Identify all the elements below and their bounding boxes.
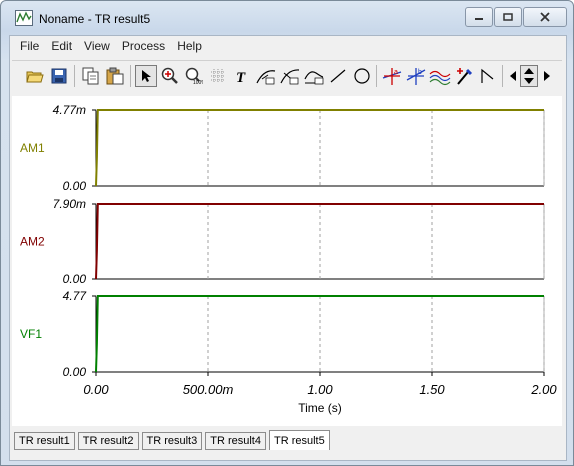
marker-button[interactable]	[477, 65, 499, 87]
zoom-in-icon	[161, 67, 178, 84]
toolbar-separator	[502, 65, 503, 87]
paste-button[interactable]	[104, 65, 126, 87]
line-button[interactable]	[327, 65, 349, 87]
toolbar: 100% T a	[12, 60, 562, 93]
series-label-vf1: VF1	[20, 327, 42, 341]
copy-icon	[82, 67, 99, 85]
svg-text:100%: 100%	[193, 80, 203, 85]
curve-a-button[interactable]	[255, 65, 277, 87]
cursor-b-button[interactable]: b	[405, 65, 427, 87]
series-label-am2: AM2	[20, 235, 45, 249]
app-window: Noname - TR result5 File Edit View Proce…	[0, 0, 574, 466]
toolbar-separator	[74, 65, 75, 87]
restore-icon	[503, 13, 513, 21]
save-icon	[51, 68, 67, 84]
x-tick-label: 1.50	[419, 382, 445, 397]
pointer-icon	[142, 70, 151, 82]
x-tick-label: 2.00	[530, 382, 557, 397]
zoom-100-icon: 100%	[185, 67, 203, 85]
window-controls	[464, 7, 567, 27]
result-tabs: TR result1 TR result2 TR result3 TR resu…	[14, 430, 333, 450]
circle-icon	[354, 68, 370, 84]
pen-button[interactable]	[453, 65, 475, 87]
circle-button[interactable]	[351, 65, 373, 87]
client-area: File Edit View Process Help 100 T a b 4.…	[9, 35, 567, 461]
cursor-a-icon: a	[382, 68, 402, 85]
zoom-in-button[interactable]	[159, 65, 181, 87]
grid-button[interactable]	[207, 65, 229, 87]
x-tick-label: 0.00	[83, 382, 109, 397]
toolbar-separator	[376, 65, 377, 87]
toolbar-separator	[130, 65, 131, 87]
close-icon	[540, 12, 550, 22]
menu-view[interactable]: View	[78, 39, 116, 53]
svg-text:b: b	[418, 69, 422, 76]
scroll-left-button[interactable]	[506, 65, 520, 87]
plot-area[interactable]: 4.77m 0.00 AM1 7.90m 0.00 AM2 4.77 0.00 VF1 0.00 5…	[12, 96, 562, 426]
copy-button[interactable]	[80, 65, 102, 87]
pointer-button[interactable]	[135, 65, 157, 87]
y-min-label: 0.00	[63, 365, 87, 379]
menu-bar: File Edit View Process Help	[10, 36, 570, 56]
paste-icon	[106, 67, 124, 85]
curve-b-icon	[280, 69, 300, 85]
waveform-button[interactable]	[429, 65, 451, 87]
cursor-a-button[interactable]: a	[381, 65, 403, 87]
menu-file[interactable]: File	[14, 39, 45, 53]
cursor-b-icon: b	[406, 68, 426, 85]
arrow-right-icon	[544, 71, 550, 81]
tab-tr-result2[interactable]: TR result2	[77, 432, 139, 450]
line-icon	[330, 69, 346, 83]
title-bar[interactable]: Noname - TR result5	[1, 1, 573, 35]
x-tick-label: 1.00	[307, 382, 333, 397]
scroll-right-button[interactable]	[540, 65, 554, 87]
pen-icon	[457, 68, 473, 85]
restore-button[interactable]	[494, 7, 522, 27]
arrow-left-icon	[510, 71, 516, 81]
close-button[interactable]	[523, 7, 567, 27]
waveform-icon	[429, 70, 451, 86]
tab-tr-result3[interactable]: TR result3	[141, 432, 203, 450]
marker-icon	[481, 68, 494, 83]
y-max-label: 4.77	[63, 289, 88, 303]
y-min-label: 0.00	[63, 179, 87, 193]
tab-tr-result4[interactable]: TR result4	[205, 432, 266, 450]
zoom-100-button[interactable]: 100%	[183, 65, 205, 87]
svg-text:T: T	[236, 70, 246, 84]
scroll-updown-button[interactable]	[520, 65, 538, 87]
series-label-am1: AM1	[20, 141, 45, 155]
menu-process[interactable]: Process	[116, 39, 171, 53]
open-folder-icon	[26, 71, 44, 83]
text-button[interactable]: T	[231, 65, 253, 87]
tab-tr-result5[interactable]: TR result5	[269, 430, 330, 450]
arrow-updown-icon	[524, 68, 534, 84]
menu-help[interactable]: Help	[171, 39, 208, 53]
save-button[interactable]	[48, 65, 70, 87]
y-min-label: 0.00	[63, 272, 87, 286]
svg-text:a: a	[394, 69, 398, 76]
curve-a-icon	[256, 70, 276, 85]
open-button[interactable]	[24, 65, 46, 87]
tab-tr-result1[interactable]: TR result1	[14, 432, 75, 450]
y-max-label: 7.90m	[53, 197, 86, 211]
chart-svg: 4.77m 0.00 AM1 7.90m 0.00 AM2 4.77 0.00 VF1 0.00 5…	[20, 103, 557, 415]
x-tick-label: 500.00m	[183, 382, 234, 397]
y-max-label: 4.77m	[53, 103, 86, 117]
menu-edit[interactable]: Edit	[45, 39, 78, 53]
window-title: Noname - TR result5	[39, 12, 151, 26]
curve-c-icon	[304, 71, 324, 85]
app-icon	[15, 10, 33, 26]
text-icon: T	[236, 70, 246, 84]
minimize-icon	[475, 18, 483, 20]
curve-b-button[interactable]	[279, 65, 301, 87]
x-axis-title: Time (s)	[298, 401, 342, 415]
grid-icon	[211, 69, 225, 83]
minimize-button[interactable]	[465, 7, 493, 27]
curve-c-button[interactable]	[303, 65, 325, 87]
